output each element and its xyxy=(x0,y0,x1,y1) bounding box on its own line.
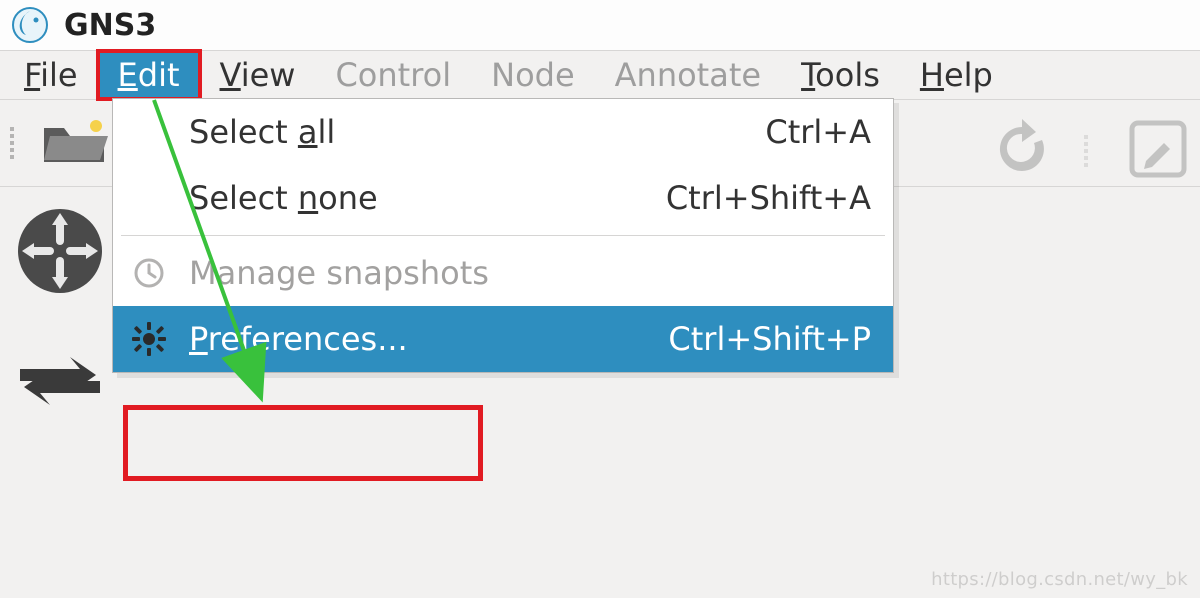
router-device-button[interactable] xyxy=(0,186,120,316)
menubar: File Edit View Control Node Annotate Too… xyxy=(0,50,1200,100)
menu-item-manage-snapshots: Manage snapshots xyxy=(113,240,893,306)
gear-icon xyxy=(127,321,171,357)
clock-icon xyxy=(127,256,171,290)
annotation-red-box-preferences xyxy=(123,405,483,481)
shortcut-text: Ctrl+Shift+P xyxy=(668,320,871,358)
link-device-button[interactable] xyxy=(0,316,120,446)
refresh-icon[interactable] xyxy=(990,117,1054,185)
toolbar-grip xyxy=(10,127,22,159)
device-sidebar xyxy=(0,186,120,446)
menu-file[interactable]: File xyxy=(4,51,98,99)
toolbar-grip-2 xyxy=(1084,135,1096,167)
gns3-logo-icon xyxy=(10,5,50,45)
menu-item-select-none[interactable]: Select none Ctrl+Shift+A xyxy=(113,165,893,231)
menu-item-select-all[interactable]: Select all Ctrl+A xyxy=(113,99,893,165)
app-title: GNS3 xyxy=(64,8,156,43)
menu-control: Control xyxy=(315,51,471,99)
watermark: https://blog.csdn.net/wy_bk xyxy=(931,569,1188,590)
menu-annotate: Annotate xyxy=(595,51,781,99)
menu-separator xyxy=(121,235,885,236)
menu-node: Node xyxy=(471,51,595,99)
menu-edit-highlight: Edit xyxy=(98,51,200,99)
menu-help[interactable]: Help xyxy=(900,51,1013,99)
folder-open-icon[interactable] xyxy=(40,114,110,172)
edit-dropdown: Select all Ctrl+A Select none Ctrl+Shift… xyxy=(112,98,894,373)
menu-tools[interactable]: Tools xyxy=(781,51,900,99)
shortcut-text: Ctrl+Shift+A xyxy=(666,179,871,217)
menu-view[interactable]: View xyxy=(200,51,316,99)
menu-item-preferences[interactable]: Preferences... Ctrl+Shift+P xyxy=(113,306,893,372)
shortcut-text: Ctrl+A xyxy=(765,113,871,151)
toolbar-right xyxy=(990,108,1190,194)
menu-edit[interactable]: Edit xyxy=(98,51,200,99)
edit-icon[interactable] xyxy=(1126,117,1190,185)
titlebar: GNS3 xyxy=(0,0,1200,50)
